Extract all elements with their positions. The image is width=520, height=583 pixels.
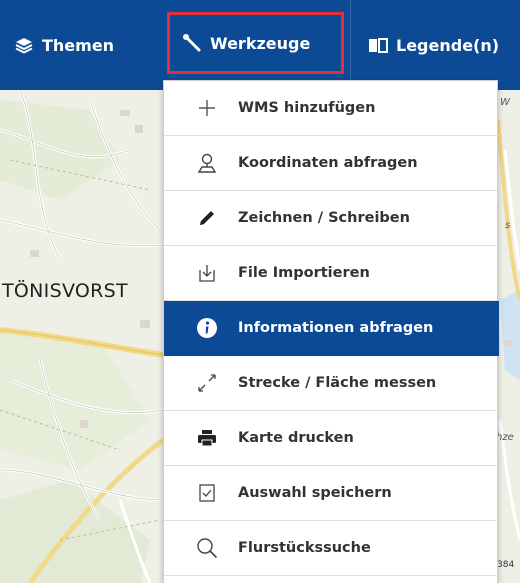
tab-werkzeuge-label: Werkzeuge (210, 33, 311, 53)
printer-icon (194, 425, 220, 451)
menu-item-karte-drucken[interactable]: Karte drucken (164, 411, 499, 466)
map-label-fragment: s (505, 220, 511, 231)
menu-item-label: WMS hinzufügen (238, 100, 376, 116)
menu-item-flurstueckssuche[interactable]: Flurstückssuche (164, 521, 499, 576)
map-label-fragment: 384 (497, 560, 515, 570)
menu-item-label: Karte drucken (238, 430, 354, 446)
menu-item-zeichnen-schreiben[interactable]: Zeichnen / Schreiben (164, 191, 499, 246)
menu-item-label: Koordinaten abfragen (238, 155, 418, 171)
plus-icon (194, 95, 220, 121)
menu-item-file-importieren[interactable]: File Importieren (164, 246, 499, 301)
tab-werkzeuge[interactable]: Werkzeuge (167, 12, 344, 74)
tab-legende-label: Legende(n) (396, 35, 500, 55)
save-selection-icon (194, 480, 220, 506)
menu-item-informationen-abfragen[interactable]: Informationen abfragen (164, 301, 499, 356)
menu-item-label: Informationen abfragen (238, 320, 434, 336)
menu-item-label: Flurstückssuche (238, 540, 371, 556)
tab-themen-label: Themen (42, 35, 115, 55)
measure-arrows-icon (194, 370, 220, 396)
toolbar-divider (350, 0, 351, 90)
menu-item-label: Auswahl speichern (238, 485, 392, 501)
menu-item-strecke-flaeche-messen[interactable]: Strecke / Fläche messen (164, 356, 499, 411)
menu-item-label: File Importieren (238, 265, 370, 281)
book-icon (368, 35, 388, 55)
menu-item-koordinaten-abfragen[interactable]: Koordinaten abfragen (164, 136, 499, 191)
info-icon (194, 315, 220, 341)
layers-icon (14, 35, 34, 55)
menu-item-label: Strecke / Fläche messen (238, 375, 437, 391)
tab-themen[interactable]: Themen (14, 0, 114, 90)
top-toolbar: Themen Werkzeuge Legende(n) (0, 0, 520, 90)
menu-item-wms-hinzufuegen[interactable]: WMS hinzufügen (164, 81, 499, 136)
map-place-label: TÖNISVORST (2, 280, 128, 302)
tab-legende[interactable]: Legende(n) (368, 0, 499, 90)
import-icon (194, 260, 220, 286)
search-icon (194, 535, 220, 561)
menu-item-label: Zeichnen / Schreiben (238, 210, 410, 226)
menu-item-auswahl-speichern[interactable]: Auswahl speichern (164, 466, 499, 521)
location-person-icon (194, 150, 220, 176)
pencil-icon (194, 205, 220, 231)
werkzeuge-dropdown-menu: WMS hinzufügen Koordinaten abfragen Zeic… (163, 80, 499, 583)
map-label-fragment: W (500, 97, 510, 108)
wrench-icon (182, 33, 202, 53)
